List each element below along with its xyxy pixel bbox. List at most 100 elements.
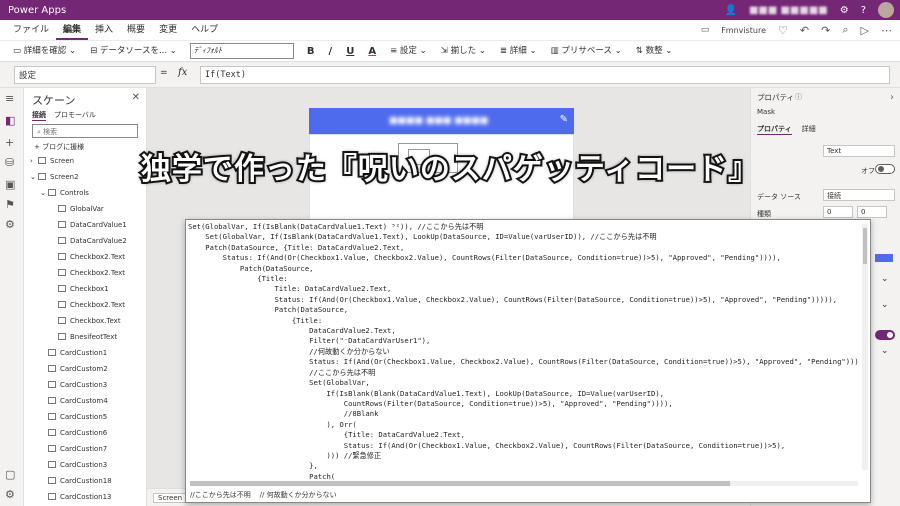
avatar[interactable] [878,2,894,18]
code-line[interactable]: Status: If(And(Or(Checkbox1.Value, Check… [188,357,858,367]
tab-advanced[interactable]: 詳細 [802,124,816,135]
position-x-input[interactable]: 0 [823,206,853,218]
tree-item[interactable]: DataCardValue1 [24,218,147,232]
details2-button[interactable]: ≣ 詳細 ⌄ [495,42,542,60]
tree-item[interactable]: CardCustion6 [24,426,147,440]
arrange-button[interactable]: ⇅ 数整 ⌄ [631,42,678,60]
help-icon[interactable]: ⓘ [795,92,802,102]
code-line[interactable]: }, [188,461,858,471]
close-icon[interactable]: ✕ [132,92,140,103]
tree-item[interactable]: GlobalVar [24,202,147,216]
menu-file[interactable]: ファイル [6,20,56,40]
tree-item[interactable]: Checkbox2.Text [24,266,147,280]
tree-item[interactable]: Checkbox1 [24,282,147,296]
search-icon[interactable]: ⌕ [842,23,848,37]
tree-item[interactable]: Checkbox.Text [24,314,147,328]
align-button[interactable]: ≡ 設定 ⌄ [385,42,432,60]
redo-icon[interactable]: ↷ [821,24,830,37]
code-line[interactable]: {Title: [188,316,858,326]
font-color-button[interactable]: A [363,46,381,57]
code-line[interactable]: DataCardValue2.Text, [188,326,858,336]
code-line[interactable]: Filter("⁻DataCardVarUser1"), [188,336,858,346]
code-line[interactable]: Patch( [188,472,858,480]
font-select[interactable]: ﾃﾞｨﾌｫﾙﾄ [189,43,294,59]
undo-icon[interactable]: ↶ [800,24,809,37]
screen-header[interactable]: ■■■■ ■■■ ■■■■ ✎ [309,108,574,134]
details-button[interactable]: ▭ 詳細を確認 ⌄ [8,42,81,60]
code-line[interactable]: Patch(DataSource, {Title: DataCardValue2… [188,243,858,253]
play-icon[interactable]: ▷ [861,24,869,37]
tree-item[interactable]: CardCustom4 [24,394,147,408]
code-line[interactable]: Status: If(And(Or(Checkbox1.Value, Check… [188,441,858,451]
code-body[interactable]: Set(GlobalVar, If(IsBlank(DataCardValue1… [188,222,858,480]
tab-tree[interactable]: 接続 [32,110,46,121]
tab-components[interactable]: プロモーバル [54,110,96,121]
horizontal-scrollbar[interactable] [190,481,858,486]
color-swatch[interactable] [875,254,893,262]
tree-search-input[interactable]: ⌕ 検索 [32,124,138,138]
person-icon[interactable]: 👤 [725,5,737,16]
tree-item[interactable]: BnesifeotText [24,330,147,344]
tree-item[interactable]: CardCustom2 [24,362,147,376]
tree-item[interactable]: Checkbox2.Text [24,250,147,264]
more-icon[interactable]: ⋯ [881,24,892,37]
vertical-scrollbar[interactable] [862,224,868,470]
menu-overview[interactable]: 概要 [120,20,152,40]
datasource-button[interactable]: ⊟ データソースを... ⌄ [85,42,182,60]
code-line[interactable]: {Title: [188,274,858,284]
code-line[interactable]: ), Orr( [188,420,858,430]
code-line[interactable]: Status: If(And(Or(Checkbox1.Value, Check… [188,253,858,263]
chevron-down-icon[interactable]: ⌄ [881,346,889,356]
position-y-input[interactable]: 0 [857,206,887,218]
tree-item[interactable]: CardCustion18 [24,474,147,488]
code-line[interactable]: //ここから先は不明 [188,368,858,378]
tools-icon[interactable]: ⚙ [5,218,15,231]
tree-item[interactable]: CardCostion13 [24,490,147,504]
code-line[interactable]: {Title: DataCardValue2.Text, [188,430,858,440]
tree-item[interactable]: CardCustion1 [24,346,147,360]
screen-tab[interactable]: Screen [153,493,188,503]
code-editor-panel[interactable]: Set(GlobalVar, If(IsBlank(DataCardValue1… [185,219,871,503]
chat-icon[interactable]: ▢ [5,468,15,481]
code-line[interactable]: Set(GlobalVar, If(IsBlank(DataCardValue1… [188,232,858,242]
code-line[interactable]: Status: If(And(Or(Checkbox1.Value, Check… [188,295,858,305]
menu-insert[interactable]: 挿入 [88,20,120,40]
code-line[interactable]: CountRows(Filter(DataSource, Condition=t… [188,399,858,409]
border-button[interactable]: ⇲ 揃した ⌄ [436,42,491,60]
code-line[interactable]: Title: DataCardValue2.Text, [188,284,858,294]
chevron-right-icon[interactable]: › [890,92,894,103]
code-line[interactable]: //何故動くか分からない [188,347,858,357]
tree-item[interactable]: Checkbox2.Text [24,298,147,312]
tree-item[interactable]: CardCustion5 [24,410,147,424]
enabled-toggle[interactable] [875,330,895,340]
italic-button[interactable]: / [324,46,338,57]
code-line[interactable]: //8Blank [188,409,858,419]
tree-item[interactable]: CardCustion7 [24,442,147,456]
code-line[interactable]: Set(GlobalVar, [188,378,858,388]
gear-icon[interactable]: ⚙ [840,5,849,16]
code-line[interactable]: If(IsBlank(Blank(DataCardValue1.Text), L… [188,389,858,399]
menu-help[interactable]: ヘルプ [184,20,225,40]
environment-name[interactable]: Fmnvisture [721,26,766,35]
chevron-down-icon[interactable]: ⌄ [881,274,889,284]
tab-properties[interactable]: プロパティ [757,124,792,135]
formula-input[interactable]: If(Text) [200,66,890,84]
menu-icon[interactable]: ≡ [5,92,14,105]
code-line[interactable]: ))) //緊急修正 [188,451,858,461]
chevron-down-icon[interactable]: ⌄ [881,300,889,310]
tree-item[interactable]: CardCustion3 [24,378,147,392]
menu-edit[interactable]: 編集 [56,20,89,40]
help-icon[interactable]: ? [861,5,866,16]
code-line[interactable]: Patch(DataSource, [188,264,858,274]
tree-item[interactable]: DataCardValue2 [24,234,147,248]
tree-view-icon[interactable]: ◧ [5,114,15,127]
app-checker-icon[interactable]: ♡ [778,24,788,37]
code-line[interactable]: Patch(DataSource, [188,305,858,315]
property-select[interactable]: 設定 [14,66,156,84]
underline-button[interactable]: U [341,46,359,57]
settings-icon[interactable]: ⚙ [5,488,15,501]
bold-button[interactable]: B [302,46,320,57]
base-button[interactable]: ▥ プリサベース ⌄ [546,42,627,60]
tree-item[interactable]: CardCustion3 [24,458,147,472]
code-line[interactable]: Set(GlobalVar, If(IsBlank(DataCardValue1… [188,222,858,232]
